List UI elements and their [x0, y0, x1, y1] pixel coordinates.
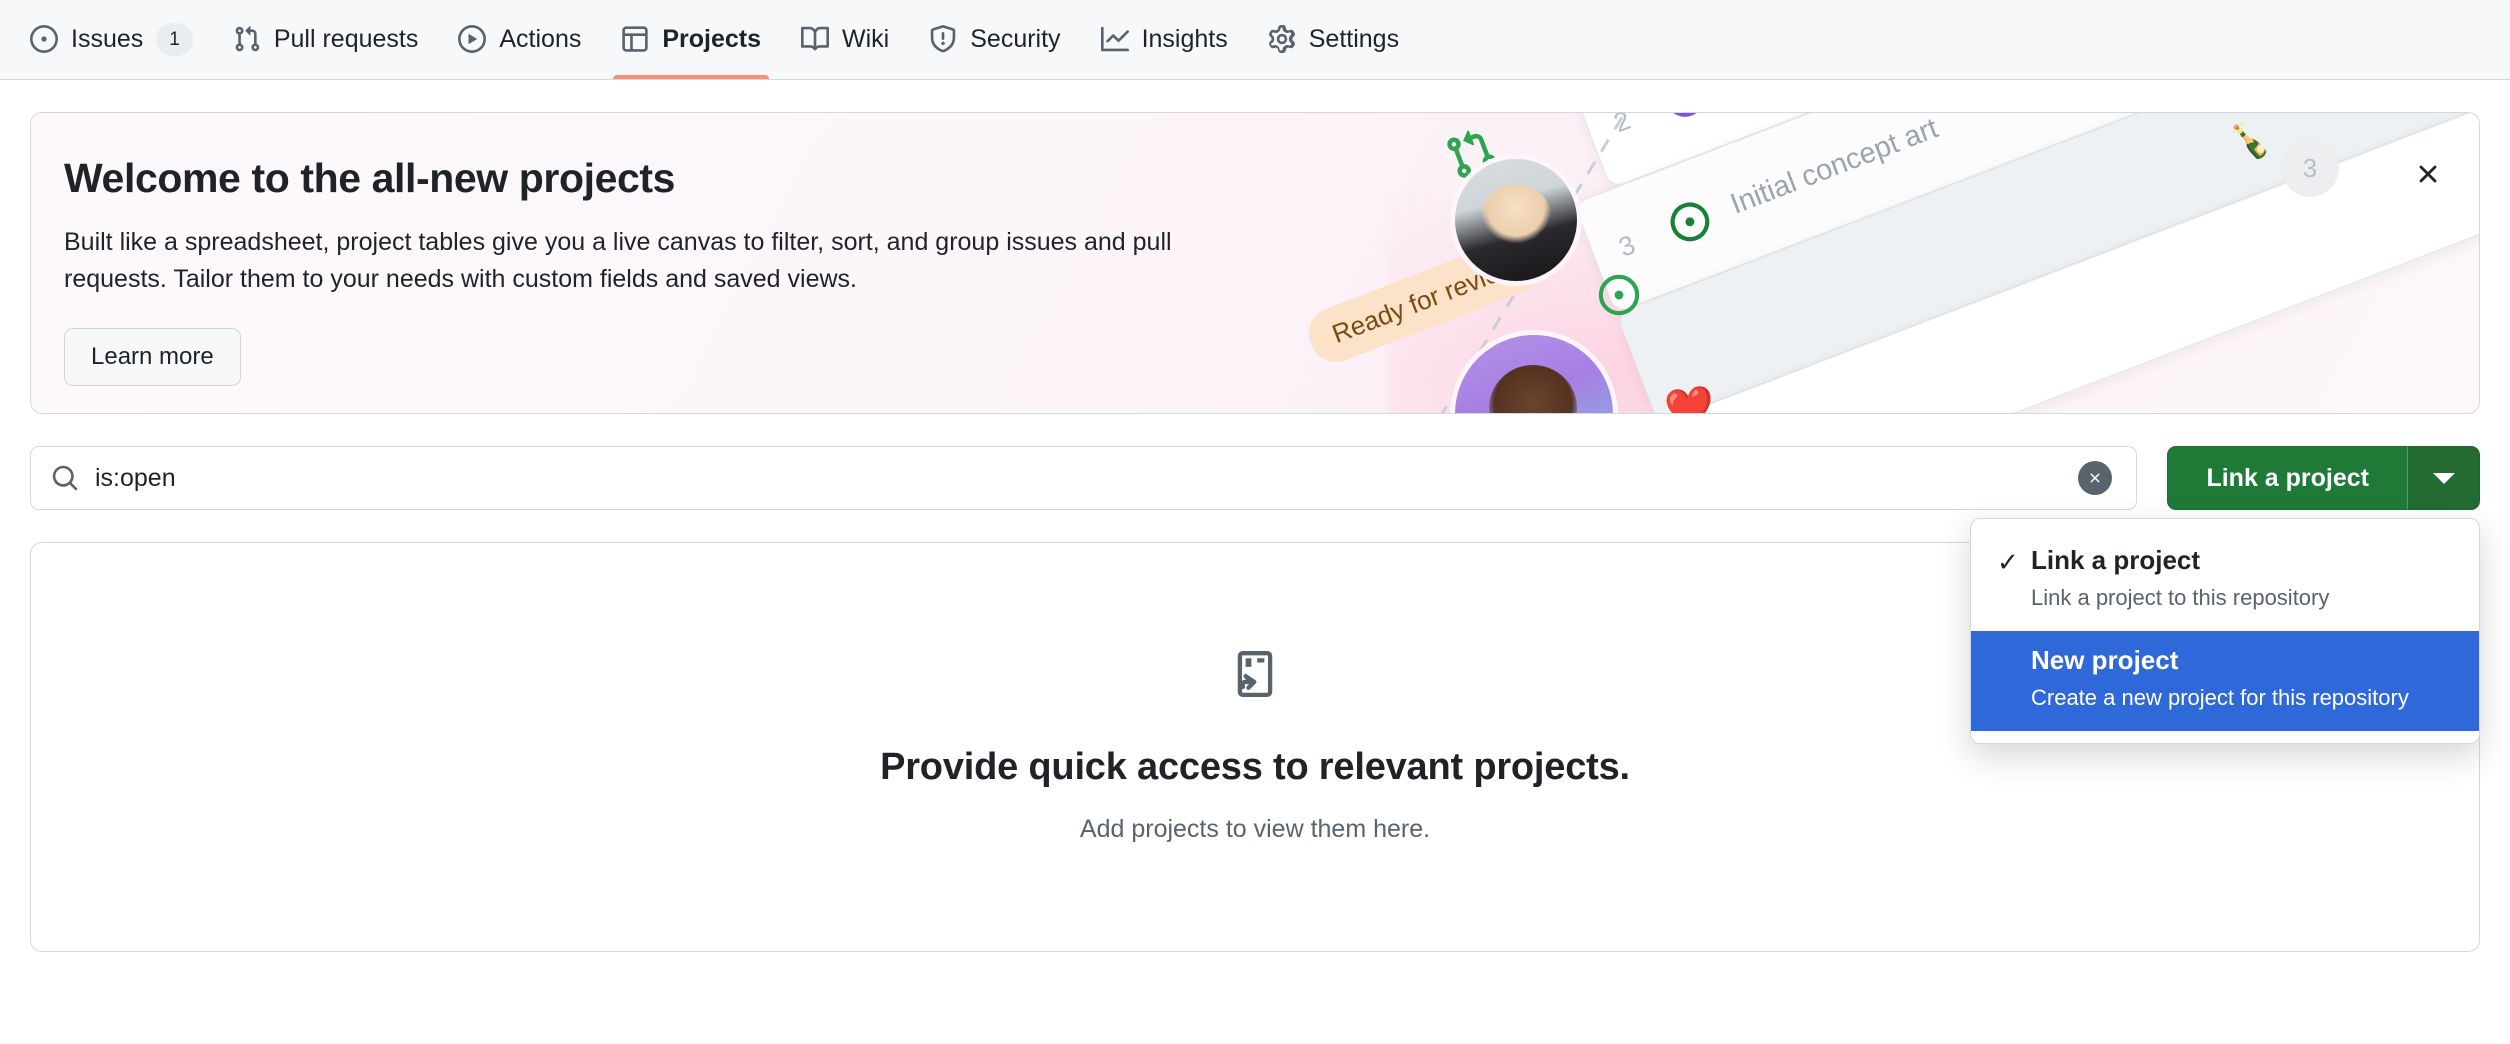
learn-more-button[interactable]: Learn more	[64, 327, 241, 386]
nav-item-label: Settings	[1308, 24, 1400, 53]
link-a-project-button[interactable]: Link a project	[2167, 446, 2408, 510]
nav-item-settings[interactable]: Settings	[1248, 0, 1419, 79]
nav-item-issues[interactable]: Issues 1	[10, 0, 213, 79]
nav-item-label: Wiki	[842, 24, 890, 53]
repo-nav: Issues 1 Pull requests Actions Projects	[0, 0, 2510, 80]
page-title: Welcome to the all-new projects	[64, 155, 676, 201]
dropdown-item-title: Link a project	[2031, 545, 2201, 575]
check-icon: ✓	[1997, 547, 2019, 577]
avatar-overflow-badge: 3	[2281, 139, 2339, 197]
empty-state-subtitle: Add projects to view them here.	[1079, 814, 1431, 843]
champagne-icon: 🍾	[2228, 122, 2271, 160]
banner-description: Built like a spreadsheet, project tables…	[64, 228, 1172, 293]
search-action-row: Link a project ✓ Link a project Link a p…	[30, 446, 2480, 745]
banner-illustration: 1 Game brief and go-no- 2 Engine prototy…	[1279, 113, 2479, 413]
dropdown-item-link-a-project[interactable]: ✓ Link a project Link a project to this …	[1971, 531, 2479, 631]
nav-item-actions[interactable]: Actions	[438, 0, 601, 79]
empty-state-title: Provide quick access to relevant project…	[880, 745, 1630, 788]
search-icon	[51, 464, 79, 492]
git-pull-request-icon	[233, 25, 261, 53]
nav-item-label: Pull requests	[273, 24, 419, 53]
nav-item-pull-requests[interactable]: Pull requests	[213, 0, 439, 79]
banner-text-block: Welcome to the all-new projects Built li…	[64, 155, 1294, 386]
search-input[interactable]	[95, 447, 2063, 509]
link-project-dropdown-toggle[interactable]	[2408, 446, 2480, 510]
play-icon	[458, 25, 487, 53]
gear-icon	[1268, 25, 1296, 53]
dropdown-item-new-project[interactable]: New project Create a new project for thi…	[1971, 631, 2479, 732]
repo-nav-list: Issues 1 Pull requests Actions Projects	[10, 0, 1419, 79]
nav-item-label: Insights	[1141, 24, 1228, 53]
search-field-wrapper[interactable]	[30, 446, 2138, 510]
nav-item-label: Actions	[499, 24, 582, 53]
dropdown-item-description: Link a project to this repository	[2031, 585, 2330, 610]
link-project-split-button: Link a project ✓ Link a project Link a p…	[1970, 446, 2480, 745]
page-content: 1 Game brief and go-no- 2 Engine prototy…	[0, 112, 2510, 952]
project-symlink-icon	[1232, 650, 1278, 702]
shield-icon	[929, 25, 957, 53]
issues-counter: 1	[156, 22, 193, 56]
dropdown-item-title: New project	[2031, 645, 2179, 676]
dropdown-item-description: Create a new project for this repository	[2031, 685, 2409, 711]
nav-item-projects[interactable]: Projects	[601, 0, 781, 79]
heart-reaction-icon: ❤️	[1662, 383, 1718, 413]
nav-item-wiki[interactable]: Wiki	[781, 0, 909, 79]
chevron-down-icon	[2432, 472, 2455, 484]
avatar	[1455, 159, 1577, 281]
nav-item-label: Issues	[71, 24, 144, 53]
link-project-dropdown-menu: ✓ Link a project Link a project to this …	[1970, 518, 2480, 745]
clear-search-icon[interactable]	[2078, 461, 2113, 495]
table-icon	[621, 25, 649, 53]
book-icon	[801, 25, 830, 53]
graph-icon	[1100, 25, 1129, 53]
nav-item-label: Security	[970, 24, 1061, 53]
close-icon[interactable]	[2405, 151, 2451, 197]
nav-item-label: Projects	[662, 24, 762, 53]
issue-opened-icon	[1598, 274, 1640, 316]
issue-opened-icon	[30, 25, 58, 53]
welcome-banner: 1 Game brief and go-no- 2 Engine prototy…	[30, 112, 2480, 414]
nav-item-insights[interactable]: Insights	[1081, 0, 1248, 79]
nav-item-security[interactable]: Security	[909, 0, 1080, 79]
